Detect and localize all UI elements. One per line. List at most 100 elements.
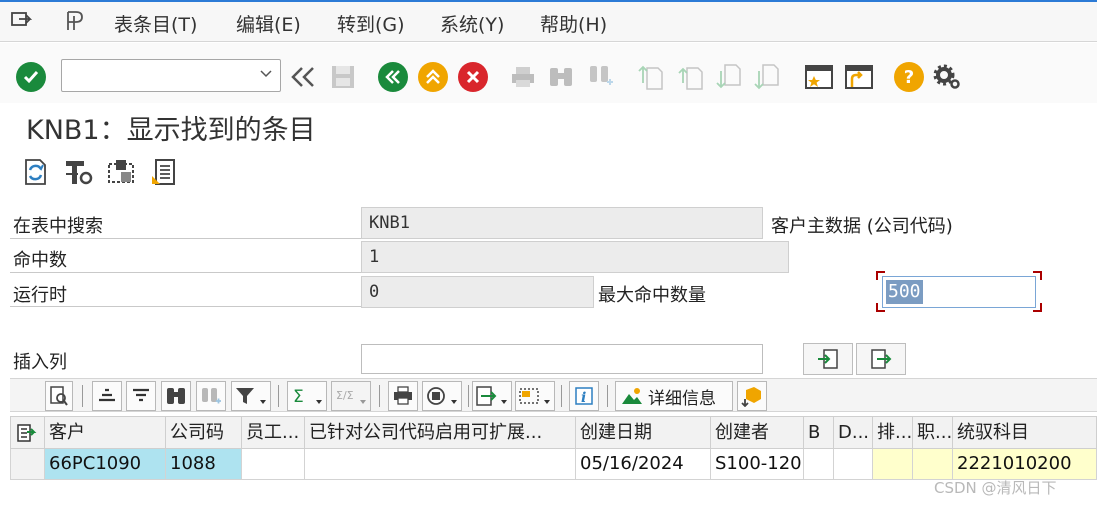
svg-text:i: i [581, 390, 586, 406]
toolbar-separator [607, 385, 608, 407]
focus-corner [1033, 303, 1042, 312]
column-header[interactable]: 创建者 [711, 416, 804, 449]
list-document-icon[interactable] [150, 157, 180, 187]
last-page-icon [752, 62, 782, 92]
details-button[interactable]: 详细信息 [615, 381, 733, 411]
shortcut-icon[interactable] [844, 62, 874, 92]
subtotal-dropdown: Σ/Σ [331, 381, 371, 411]
first-page-icon [636, 62, 666, 92]
select-all-icon[interactable] [10, 416, 45, 449]
column-header[interactable]: 客户 [45, 416, 166, 449]
change-settings-icon[interactable] [107, 157, 137, 187]
find-next-icon [196, 381, 226, 411]
menu-help[interactable]: 帮助(H) [540, 10, 607, 37]
details-label: 详细信息 [648, 388, 716, 409]
table-cell[interactable] [804, 449, 834, 480]
toolbar-separator [278, 385, 279, 407]
menu-system[interactable]: 系统(Y) [440, 10, 504, 37]
find-icon [546, 62, 576, 92]
sum-dropdown[interactable]: Σ [287, 381, 327, 411]
chevron-down-icon[interactable] [260, 66, 272, 82]
settings-export-icon[interactable] [737, 381, 767, 411]
back-icon[interactable] [378, 62, 408, 92]
max-hits-value: 500 [886, 280, 923, 304]
hits-label: 命中数 [13, 250, 67, 271]
search-in-table-label: 在表中搜索 [13, 216, 103, 237]
svg-text:Σ/Σ: Σ/Σ [336, 389, 354, 402]
menu-bar: 表条目(T) 编辑(E) 转到(G) 系统(Y) 帮助(H) [0, 0, 1097, 42]
max-hits-label: 最大命中数量 [598, 285, 706, 306]
toolbar-separator [379, 385, 380, 407]
svg-text:Σ: Σ [293, 387, 304, 407]
views-dropdown[interactable] [422, 381, 462, 411]
tools-icon[interactable] [64, 157, 94, 187]
table-cell[interactable] [305, 449, 576, 480]
column-header[interactable]: 已针对公司代码启用可扩展... [305, 416, 576, 449]
detail-view-icon[interactable] [45, 381, 73, 411]
column-header[interactable]: 公司码 [166, 416, 242, 449]
table-cell[interactable]: 66PC1090 [45, 449, 166, 480]
print-icon[interactable] [388, 381, 418, 411]
menu-edit[interactable]: 编辑(E) [236, 10, 301, 37]
new-session-icon[interactable] [804, 62, 834, 92]
layout-dropdown[interactable] [515, 381, 555, 411]
insert-column-button[interactable] [803, 343, 853, 375]
column-header[interactable]: 统驭科目 [953, 416, 1097, 449]
focus-corner [876, 303, 885, 312]
insert-column-label: 插入列 [13, 352, 67, 373]
table-cell[interactable]: 2221010200 [953, 449, 1097, 480]
apply-column-button[interactable] [856, 343, 906, 375]
mountain-icon [622, 388, 642, 404]
save-icon [328, 62, 358, 92]
table-cell[interactable]: S100-120 [711, 449, 804, 480]
table-description: 客户主数据 (公司代码) [771, 216, 953, 237]
max-hits-input[interactable]: 500 [882, 276, 1036, 308]
menu-toggle-icon[interactable] [10, 10, 33, 35]
column-header[interactable]: 员工... [242, 416, 305, 449]
command-input[interactable] [68, 60, 248, 91]
find-next-icon [586, 62, 616, 92]
sort-descending-icon[interactable] [126, 381, 156, 411]
settings-icon[interactable] [932, 62, 962, 92]
column-header[interactable]: 创建日期 [576, 416, 711, 449]
table-cell[interactable]: 1088 [166, 449, 242, 480]
sort-ascending-icon[interactable] [92, 381, 122, 411]
table-cell[interactable]: 05/16/2024 [576, 449, 711, 480]
runtime-field: 0 [361, 276, 594, 308]
column-header[interactable]: 排... [873, 416, 913, 449]
table-cell[interactable] [873, 449, 913, 480]
export-dropdown[interactable] [472, 381, 512, 411]
page-title: KNB1：显示找到的条目 [26, 115, 316, 146]
row-divider [10, 238, 362, 239]
insert-column-input[interactable] [361, 344, 763, 374]
row-divider [10, 272, 362, 273]
customize-icon[interactable] [64, 10, 88, 37]
table-cell[interactable] [913, 449, 953, 480]
menu-table-entry[interactable]: 表条目(T) [114, 10, 197, 37]
info-icon[interactable]: i [569, 381, 599, 411]
menu-goto[interactable]: 转到(G) [337, 10, 405, 37]
table-cell[interactable] [834, 449, 873, 480]
alv-toolbar: Σ Σ/Σ i 详细信息 [10, 378, 1097, 412]
refresh-icon[interactable] [21, 157, 51, 187]
focus-corner [876, 271, 885, 280]
find-icon[interactable] [161, 381, 191, 411]
table-name-field: KNB1 [361, 207, 763, 239]
column-header[interactable]: 职... [913, 416, 953, 449]
column-header[interactable]: B [804, 416, 834, 449]
toolbar-separator [561, 385, 562, 407]
next-page-icon [714, 62, 744, 92]
row-selector[interactable] [10, 449, 45, 480]
watermark: CSDN @清风日下 [934, 479, 1057, 497]
table-cell[interactable] [242, 449, 305, 480]
help-icon[interactable]: ? [894, 62, 924, 92]
exit-icon[interactable] [418, 62, 448, 92]
column-header[interactable]: D... [834, 416, 873, 449]
cancel-icon[interactable] [458, 62, 488, 92]
toolbar-separator [82, 385, 83, 407]
back-double-icon[interactable] [288, 62, 318, 92]
runtime-label: 运行时 [13, 285, 67, 306]
filter-dropdown[interactable] [231, 381, 271, 411]
command-field[interactable] [61, 59, 281, 92]
enter-icon[interactable] [16, 62, 46, 92]
